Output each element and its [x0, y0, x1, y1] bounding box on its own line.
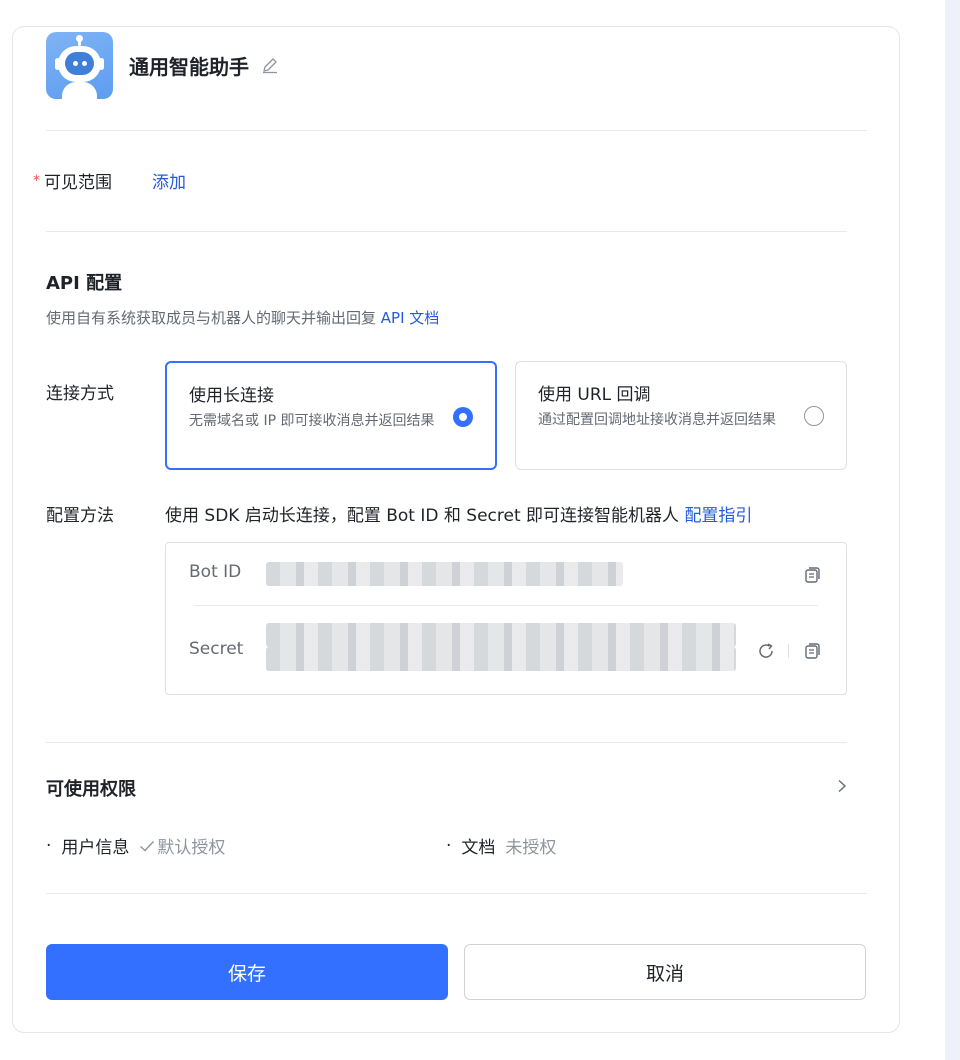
refresh-secret-icon[interactable] — [756, 641, 776, 661]
option-description: 无需域名或 IP 即可接收消息并返回结果 — [189, 413, 435, 429]
api-doc-link[interactable]: API 文档 — [381, 309, 440, 327]
divider — [46, 893, 867, 894]
icon-separator — [788, 644, 789, 658]
radio-checked-icon[interactable] — [453, 407, 473, 427]
secret-label: Secret — [189, 639, 244, 659]
divider — [46, 231, 847, 232]
permission-docs: · 文档 未授权 — [446, 833, 557, 859]
divider — [46, 130, 867, 131]
chevron-right-icon[interactable] — [835, 779, 849, 793]
option-title: 使用长连接 — [189, 386, 274, 406]
bot-config-card: 通用智能助手 * 可见范围 添加 API 配置 使用自有系统获取成员与机器人的聊… — [12, 26, 900, 1033]
credentials-box: Bot ID Secret — [165, 542, 847, 695]
method-description: 使用 SDK 启动长连接，配置 Bot ID 和 Secret 即可连接智能机器… — [165, 506, 753, 526]
divider — [194, 605, 818, 606]
api-config-description: 使用自有系统获取成员与机器人的聊天并输出回复 API 文档 — [46, 309, 440, 327]
permission-user-info: · 用户信息 默认授权 — [46, 833, 225, 859]
bot-name: 通用智能助手 — [129, 54, 249, 79]
permission-status: 默认授权 — [139, 833, 225, 858]
connection-label: 连接方式 — [46, 384, 114, 404]
copy-bot-id-icon[interactable] — [803, 566, 821, 584]
save-button[interactable]: 保存 — [46, 944, 448, 1000]
copy-secret-icon[interactable] — [803, 642, 821, 660]
bot-avatar-icon[interactable] — [46, 31, 113, 99]
required-mark: * — [33, 172, 40, 189]
method-label: 配置方法 — [46, 506, 114, 526]
bot-id-value-masked — [266, 562, 623, 586]
visibility-row: * 可见范围 添加 — [33, 168, 186, 194]
side-panel-edge — [945, 0, 960, 1060]
bot-header: 通用智能助手 — [46, 31, 279, 99]
divider — [46, 742, 847, 743]
edit-pencil-icon[interactable] — [261, 56, 279, 74]
secret-value-masked — [266, 647, 736, 671]
visibility-label: 可见范围 — [44, 173, 112, 193]
option-description: 通过配置回调地址接收消息并返回结果 — [538, 412, 776, 428]
visibility-add-link[interactable]: 添加 — [152, 168, 186, 193]
config-guide-link[interactable]: 配置指引 — [684, 506, 752, 526]
cancel-button[interactable]: 取消 — [464, 944, 866, 1000]
permissions-title: 可使用权限 — [46, 779, 136, 800]
option-url-callback[interactable]: 使用 URL 回调 通过配置回调地址接收消息并返回结果 — [515, 361, 847, 470]
api-config-title: API 配置 — [46, 273, 123, 294]
permission-status: 未授权 — [505, 838, 557, 858]
option-title: 使用 URL 回调 — [538, 385, 651, 405]
option-long-connection[interactable]: 使用长连接 无需域名或 IP 即可接收消息并返回结果 — [165, 361, 497, 470]
bot-id-label: Bot ID — [189, 562, 242, 582]
secret-value-masked — [266, 623, 736, 647]
check-icon — [140, 840, 155, 851]
radio-unchecked-icon[interactable] — [804, 406, 824, 426]
